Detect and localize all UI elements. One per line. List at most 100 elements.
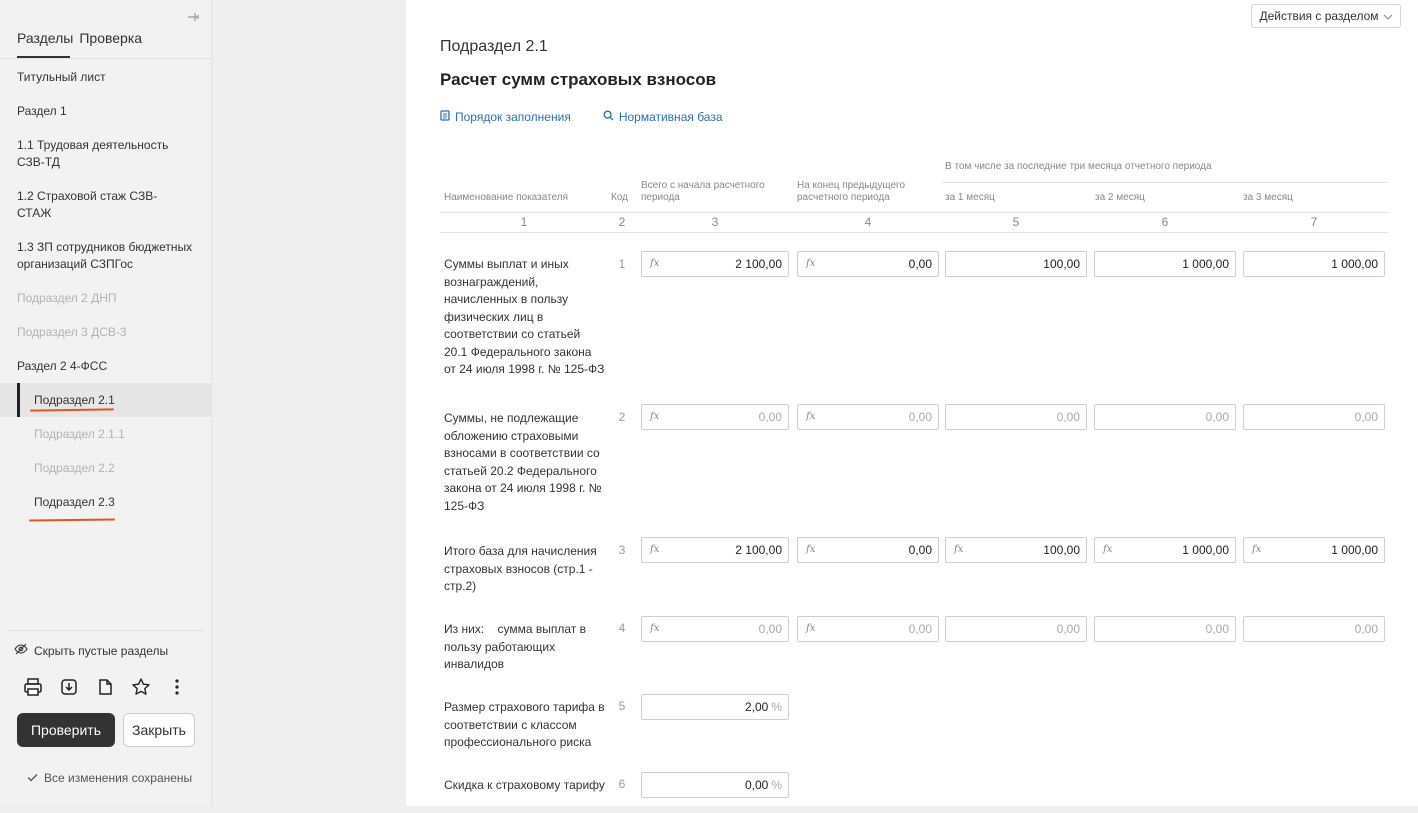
- sidebar-item-subsection-3[interactable]: Подраздел 3 ДСВ-3: [17, 324, 197, 341]
- cell-value: 2 100,00: [735, 257, 782, 271]
- percent-sign: %: [771, 700, 782, 714]
- check-icon: [27, 771, 38, 785]
- fill-order-link[interactable]: Порядок заполнения: [440, 110, 571, 124]
- prev-period-input[interactable]: fx 0,00: [797, 251, 939, 277]
- sidebar-item-title-page[interactable]: Титульный лист: [17, 69, 197, 86]
- month-3-input[interactable]: fx 1 000,00: [1243, 537, 1385, 563]
- formula-icon: fx: [954, 544, 964, 555]
- help-links: Порядок заполнения Нормативная база: [440, 110, 723, 124]
- cell-value: 100,00: [1043, 543, 1080, 557]
- formula-icon: fx: [650, 258, 660, 269]
- month-1-input[interactable]: 0,00: [945, 616, 1087, 642]
- month-2-input[interactable]: 0,00: [1094, 404, 1236, 430]
- cell-value: 0,00: [908, 543, 932, 557]
- copy-icon[interactable]: [94, 676, 116, 698]
- cell-value: 0,00: [1354, 622, 1378, 636]
- print-icon[interactable]: [22, 676, 44, 698]
- group-header: В том числе за последние три месяца отче…: [945, 161, 1212, 172]
- tab-sections[interactable]: Разделы: [17, 30, 73, 46]
- row-code: 3: [618, 543, 626, 557]
- sidebar-item-subsection-2[interactable]: Подраздел 2 ДНП: [17, 290, 197, 307]
- prev-period-input[interactable]: fx 0,00: [797, 616, 939, 642]
- cell-value: 2 100,00: [735, 543, 782, 557]
- row-code: 6: [618, 777, 626, 791]
- row-label: Суммы, не подлежащие обложению страховым…: [444, 411, 602, 513]
- row-label: Из них: сумма выплат в пользу работающих…: [444, 622, 590, 671]
- formula-icon: fx: [1252, 544, 1262, 555]
- column-number: 2: [618, 215, 626, 229]
- month-1-input[interactable]: 0,00: [945, 404, 1087, 430]
- sidebar-item-1-2[interactable]: 1.2 Страховой стаж СЗВ-СТАЖ: [17, 188, 167, 222]
- total-input[interactable]: fx 2 100,00: [641, 251, 789, 277]
- sidebar: Разделы Проверка Титульный лист Раздел 1…: [0, 0, 212, 806]
- prev-period-input[interactable]: fx 0,00: [797, 537, 939, 563]
- row-code: 5: [618, 699, 626, 713]
- more-icon[interactable]: [166, 676, 188, 698]
- month-2-input[interactable]: 0,00: [1094, 616, 1236, 642]
- cell-value: 0,00: [758, 410, 782, 424]
- formula-icon: fx: [650, 623, 660, 634]
- sidebar-item-section-2[interactable]: Раздел 2 4-ФСС: [17, 358, 197, 375]
- prev-period-input[interactable]: fx 0,00: [797, 404, 939, 430]
- month-1-input[interactable]: fx 100,00: [945, 537, 1087, 563]
- month-3-input[interactable]: 1 000,00: [1243, 251, 1385, 277]
- normative-base-link[interactable]: Нормативная база: [603, 110, 723, 124]
- sidebar-item-section-1[interactable]: Раздел 1: [17, 103, 197, 120]
- cell-value: 100,00: [1043, 257, 1080, 271]
- formula-icon: fx: [650, 411, 660, 422]
- normative-base-label: Нормативная база: [618, 110, 723, 124]
- sidebar-item-subsection-2-1[interactable]: Подраздел 2.1: [34, 392, 214, 409]
- month-2-input[interactable]: 1 000,00: [1094, 251, 1236, 277]
- chevron-down-icon: [1383, 9, 1393, 23]
- star-icon[interactable]: [130, 676, 152, 698]
- column-number: 1: [520, 215, 528, 229]
- cell-value: 1 000,00: [1182, 257, 1229, 271]
- annotation-underline: [28, 518, 116, 522]
- cell-value: 1 000,00: [1331, 257, 1378, 271]
- sidebar-item-1-3[interactable]: 1.3 ЗП сотрудников бюджетных организаций…: [17, 239, 195, 273]
- check-button[interactable]: Проверить: [17, 713, 115, 747]
- cell-value: 2,00: [744, 700, 769, 714]
- sidebar-tabs: Разделы Проверка: [17, 30, 142, 46]
- month-2-input[interactable]: fx 1 000,00: [1094, 537, 1236, 563]
- active-item-indicator: [17, 383, 20, 417]
- column-number: 5: [1012, 215, 1020, 229]
- month-3-input[interactable]: 0,00: [1243, 404, 1385, 430]
- pin-icon[interactable]: [186, 10, 200, 27]
- cell-value: 1 000,00: [1331, 543, 1378, 557]
- tab-check[interactable]: Проверка: [79, 30, 142, 46]
- download-icon[interactable]: [58, 676, 80, 698]
- cell-value: 0,00: [908, 410, 932, 424]
- document-icon: [440, 110, 450, 124]
- cell-value: 0,00: [1056, 410, 1080, 424]
- save-status: Все изменения сохранены: [27, 771, 192, 785]
- close-button[interactable]: Закрыть: [123, 713, 195, 747]
- month-3-input[interactable]: 0,00: [1243, 616, 1385, 642]
- sidebar-bottom-divider: [8, 630, 204, 631]
- formula-icon: fx: [806, 544, 816, 555]
- sidebar-item-1-1[interactable]: 1.1 Трудовая деятельность СЗВ-ТД: [17, 137, 177, 171]
- cell-value: 0,00: [758, 622, 782, 636]
- total-input[interactable]: fx 2 100,00: [641, 537, 789, 563]
- tariff-input[interactable]: 2,00%: [641, 694, 789, 720]
- hide-empty-sections-toggle[interactable]: Скрыть пустые разделы: [14, 643, 168, 658]
- month-1-input[interactable]: 100,00: [945, 251, 1087, 277]
- sidebar-item-subsection-2-3[interactable]: Подраздел 2.3: [34, 494, 214, 511]
- percent-sign: %: [771, 778, 782, 792]
- header-name: Наименование показателя: [444, 192, 568, 203]
- discount-input[interactable]: 0,00%: [641, 772, 789, 798]
- cell-value: 0,00: [1205, 622, 1229, 636]
- formula-icon: fx: [650, 544, 660, 555]
- row-label: Размер страхового тарифа в соответствии …: [444, 700, 605, 749]
- row-label: Суммы выплат и иных вознаграждений, начи…: [444, 257, 605, 376]
- sidebar-item-subsection-2-2[interactable]: Подраздел 2.2: [34, 460, 214, 477]
- column-number: 3: [711, 215, 719, 229]
- row-code: 1: [618, 257, 626, 271]
- total-input[interactable]: fx 0,00: [641, 616, 789, 642]
- page-title: Расчет сумм страховых взносов: [440, 70, 717, 89]
- column-number: 6: [1161, 215, 1169, 229]
- header-month-2: за 2 месяц: [1095, 192, 1145, 203]
- total-input[interactable]: fx 0,00: [641, 404, 789, 430]
- sidebar-item-subsection-2-1-1[interactable]: Подраздел 2.1.1: [34, 426, 214, 443]
- section-actions-button[interactable]: Действия с разделом: [1251, 4, 1401, 28]
